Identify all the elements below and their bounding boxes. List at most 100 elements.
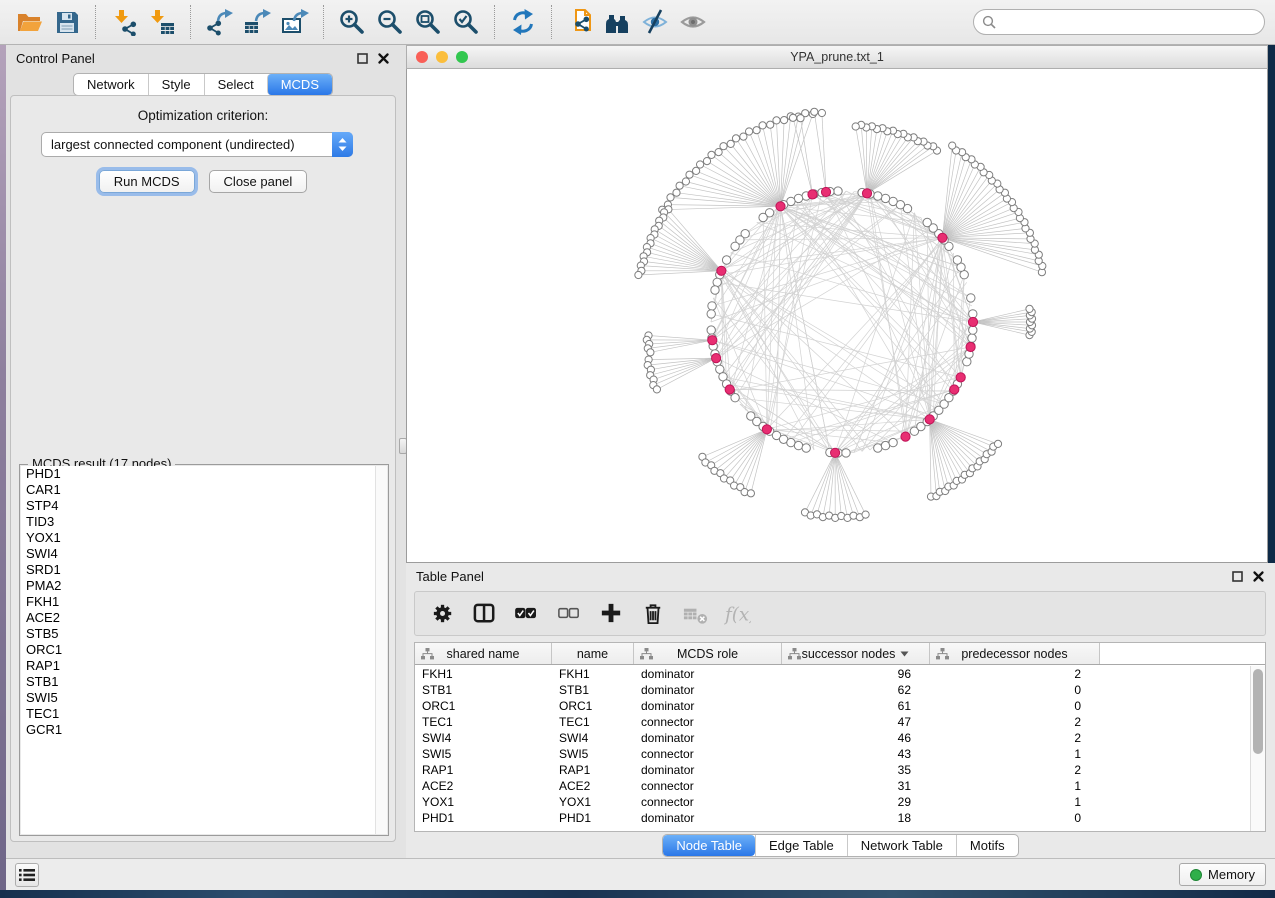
show-all-icon [680, 8, 708, 36]
memory-button[interactable]: Memory [1179, 863, 1266, 886]
table-row[interactable]: ORC1ORC1dominator610 [415, 698, 1250, 714]
list-item[interactable]: STB5 [21, 626, 387, 642]
mcds-result-scrollbar[interactable] [375, 466, 387, 834]
tab-select[interactable]: Select [204, 74, 267, 95]
table-cell: 1 [918, 746, 1088, 762]
close-table-panel-icon[interactable] [1252, 570, 1265, 583]
column-header[interactable]: MCDS role [634, 643, 782, 664]
tab-motifs[interactable]: Motifs [956, 835, 1018, 856]
list-item[interactable]: SWI5 [21, 690, 387, 706]
table-row[interactable]: SWI4SWI4dominator462 [415, 730, 1250, 746]
table-row[interactable]: PHD1PHD1dominator180 [415, 810, 1250, 826]
show-all-button[interactable] [675, 4, 713, 40]
network-canvas[interactable] [406, 69, 1268, 563]
tab-node-table[interactable]: Node Table [663, 835, 755, 856]
list-item[interactable]: RAP1 [21, 658, 387, 674]
list-item[interactable]: SRD1 [21, 562, 387, 578]
delete-column-button[interactable] [635, 596, 671, 632]
search-input[interactable] [997, 15, 1256, 30]
zoom-in-button[interactable] [333, 4, 371, 40]
table-cell: ACE2 [552, 778, 634, 794]
table-cell: 2 [918, 714, 1088, 730]
column-header[interactable]: predecessor nodes [930, 643, 1100, 664]
table-row[interactable]: FKH1FKH1dominator962 [415, 666, 1250, 682]
table-row[interactable]: STB1STB1dominator620 [415, 682, 1250, 698]
select-checked-icon [514, 600, 541, 627]
mcds-result-list[interactable]: PHD1CAR1STP4TID3YOX1SWI4SRD1PMA2FKH1ACE2… [21, 466, 387, 834]
column-label: predecessor nodes [961, 647, 1067, 661]
table-row[interactable]: YOX1YOX1connector291 [415, 794, 1250, 810]
list-item[interactable]: YOX1 [21, 530, 387, 546]
list-item[interactable]: CAR1 [21, 482, 387, 498]
table-cell: TEC1 [415, 714, 552, 730]
float-table-panel-icon[interactable] [1231, 570, 1244, 583]
export-network-button[interactable] [200, 4, 238, 40]
optimization-criterion-label: Optimization criterion: [11, 108, 395, 123]
table-row[interactable]: RAP1RAP1dominator352 [415, 762, 1250, 778]
list-item[interactable]: STP4 [21, 498, 387, 514]
table-row[interactable]: ACE2ACE2connector311 [415, 778, 1250, 794]
select-checked-button[interactable] [509, 596, 545, 632]
zoom-selected-button[interactable] [447, 4, 485, 40]
column-label: successor nodes [802, 647, 896, 661]
list-item[interactable]: PHD1 [21, 466, 387, 482]
list-item[interactable]: STB1 [21, 674, 387, 690]
list-item[interactable]: PMA2 [21, 578, 387, 594]
select-unchecked-button[interactable] [551, 596, 587, 632]
zoom-out-button[interactable] [371, 4, 409, 40]
open-file-button[interactable] [10, 4, 48, 40]
memory-status-icon [1190, 869, 1202, 881]
list-item[interactable]: GCR1 [21, 722, 387, 738]
search-box[interactable] [973, 9, 1265, 35]
network-window-titlebar[interactable]: YPA_prune.txt_1 [406, 45, 1268, 69]
add-column-button[interactable] [593, 596, 629, 632]
table-row[interactable]: TEC1TEC1connector472 [415, 714, 1250, 730]
search-network-button[interactable] [599, 4, 637, 40]
float-panel-icon[interactable] [356, 52, 369, 65]
tab-style[interactable]: Style [148, 74, 204, 95]
tab-network[interactable]: Network [74, 74, 148, 95]
list-item[interactable]: FKH1 [21, 594, 387, 610]
close-panel-icon[interactable] [377, 52, 390, 65]
import-network-button[interactable] [105, 4, 143, 40]
network-satellite-nodes[interactable] [635, 108, 1046, 521]
table-cell: 18 [782, 810, 918, 826]
tab-network-table[interactable]: Network Table [847, 835, 956, 856]
run-mcds-button[interactable]: Run MCDS [99, 170, 195, 193]
tab-edge-table[interactable]: Edge Table [755, 835, 847, 856]
column-header[interactable]: successor nodes [782, 643, 930, 664]
delete-table-button[interactable] [677, 596, 713, 632]
table-row[interactable]: SWI5SWI5connector431 [415, 746, 1250, 762]
table-scrollbar[interactable] [1250, 666, 1265, 831]
column-header[interactable]: name [552, 643, 634, 664]
import-table-button[interactable] [143, 4, 181, 40]
network-graph[interactable] [407, 69, 1267, 561]
list-item[interactable]: TEC1 [21, 706, 387, 722]
table-cell: SWI4 [552, 730, 634, 746]
tab-mcds[interactable]: MCDS [267, 74, 332, 95]
gear-button[interactable] [425, 596, 461, 632]
export-image-button[interactable] [276, 4, 314, 40]
close-panel-button[interactable]: Close panel [209, 170, 308, 193]
table-cell: 35 [782, 762, 918, 778]
zoom-fit-button[interactable] [409, 4, 447, 40]
optimization-criterion-dropdown[interactable]: largest connected component (undirected) [41, 132, 353, 157]
search-icon [982, 15, 997, 30]
list-item[interactable]: SWI4 [21, 546, 387, 562]
function-builder-button[interactable]: f(x) [719, 596, 755, 632]
hide-selected-button[interactable] [637, 4, 675, 40]
export-table-button[interactable] [238, 4, 276, 40]
task-history-button[interactable] [15, 863, 39, 887]
copy-network-button[interactable] [561, 4, 599, 40]
refresh-button[interactable] [504, 4, 542, 40]
list-item[interactable]: ORC1 [21, 642, 387, 658]
columns-button[interactable] [467, 596, 503, 632]
toolbar-icon-group [10, 4, 713, 40]
table-scrollbar-thumb[interactable] [1253, 669, 1263, 754]
list-item[interactable]: TID3 [21, 514, 387, 530]
export-table-icon [243, 8, 271, 36]
column-header[interactable]: shared name [415, 643, 552, 664]
export-network-icon [205, 8, 233, 36]
list-item[interactable]: ACE2 [21, 610, 387, 626]
save-session-button[interactable] [48, 4, 86, 40]
